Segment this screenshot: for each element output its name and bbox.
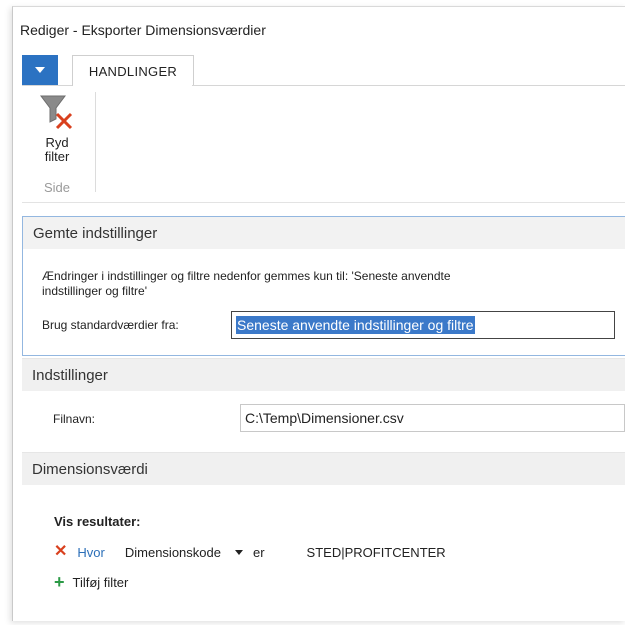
dimension-value-section: Dimensionsværdi	[22, 452, 625, 485]
clear-filter-button[interactable]: Ryd filter	[34, 92, 80, 164]
saved-settings-header[interactable]: Gemte indstillinger	[23, 217, 625, 249]
tab-handlinger[interactable]: HANDLINGER	[72, 55, 194, 86]
filename-value: C:\Temp\Dimensioner.csv	[245, 410, 404, 426]
chevron-down-icon	[35, 67, 45, 73]
add-filter-label: Tilføj filter	[72, 574, 129, 590]
app-menu-button[interactable]	[22, 55, 58, 85]
clear-filter-label-line2: filter	[44, 149, 70, 164]
window-title: Rediger - Eksporter Dimensionsværdier	[20, 22, 266, 38]
group-separator	[95, 92, 96, 192]
filter-clear-icon	[40, 95, 73, 130]
add-filter-button[interactable]: + Tilføj filter	[54, 572, 129, 592]
default-values-value: Seneste anvendte indstillinger og filtre	[236, 316, 475, 334]
filename-label: Filnavn:	[53, 412, 96, 426]
options-section: Indstillinger	[22, 358, 625, 391]
filter-operator: er	[252, 544, 265, 560]
options-header[interactable]: Indstillinger	[22, 358, 625, 391]
plus-icon: +	[54, 572, 65, 592]
default-values-label: Brug standardværdier fra:	[42, 318, 179, 332]
filter-where-label: Hvor	[77, 544, 105, 560]
filename-field[interactable]: C:\Temp\Dimensioner.csv	[240, 404, 625, 432]
saved-settings-note: Ændringer i indstillinger og filtre nede…	[42, 269, 451, 298]
filter-value[interactable]: STED|PROFITCENTER	[307, 545, 446, 560]
chevron-down-icon[interactable]	[234, 549, 243, 555]
clear-filter-label-line1: Ryd	[45, 135, 69, 150]
ribbon: Ryd filter Side	[22, 86, 625, 203]
close-icon[interactable]: ✕	[54, 544, 67, 560]
filter-row: ✕ Hvor Dimensionskode er STED|PROFITCENT…	[54, 543, 446, 561]
default-values-field[interactable]: Seneste anvendte indstillinger og filtre	[231, 311, 615, 339]
group-label-side: Side	[44, 180, 71, 195]
saved-settings-section: Gemte indstillinger Ændringer i indstill…	[22, 216, 625, 356]
clear-filter-label: Ryd filter	[34, 136, 80, 164]
dimension-value-header[interactable]: Dimensionsværdi	[22, 452, 625, 485]
filter-field-select[interactable]: Dimensionskode	[125, 545, 221, 560]
show-results-label: Vis resultater:	[54, 514, 141, 529]
